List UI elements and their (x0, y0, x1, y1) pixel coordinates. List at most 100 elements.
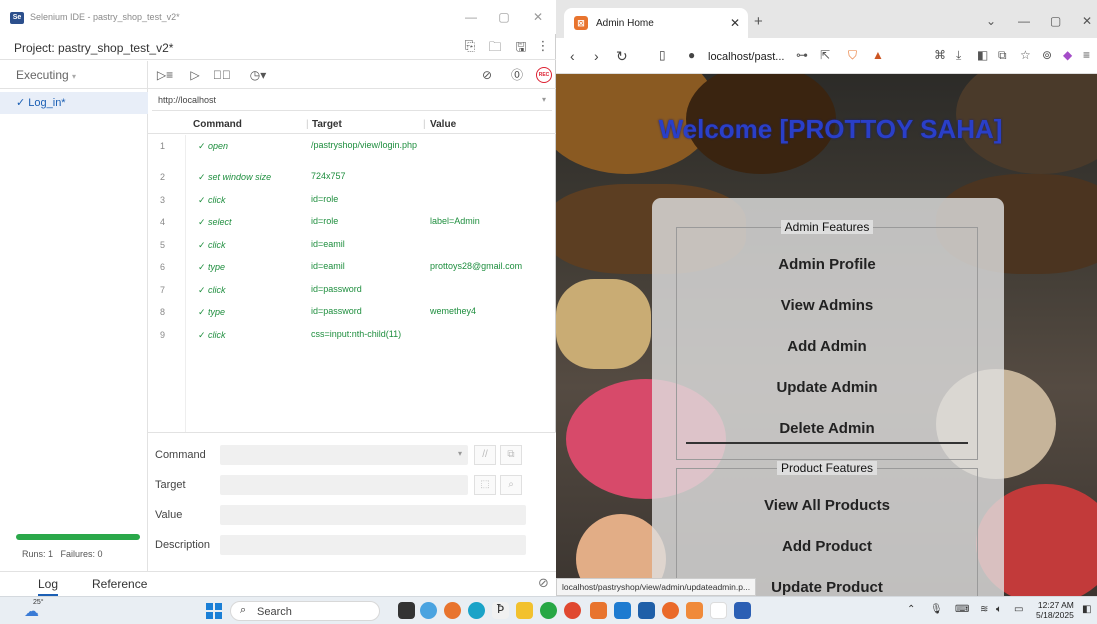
table-row[interactable]: 8 ✓ type id=password wemethey4 (148, 301, 556, 324)
value-input[interactable] (220, 505, 526, 525)
table-row[interactable]: 3 ✓ click id=role (148, 189, 556, 212)
new-project-icon[interactable]: ⎘ (460, 38, 480, 56)
clear-log-icon[interactable]: ⊘ (538, 575, 549, 591)
step-over-icon[interactable]: ⋮⃞ (213, 66, 231, 84)
store-icon[interactable] (638, 602, 655, 619)
command-editor: Command ▾ // ⧉ Target ⬚ ⌕ Value Descript… (148, 432, 556, 571)
open-reference-icon[interactable]: ⧉ (500, 445, 522, 465)
brave-browser-icon[interactable] (662, 602, 679, 619)
chrome-icon[interactable] (710, 602, 727, 619)
xampp-icon[interactable] (590, 602, 607, 619)
tab-admin-home[interactable]: ⊠ Admin Home ✕ (564, 8, 748, 38)
table-row[interactable]: 9 ✓ click css=input:nth-child(11) (148, 324, 556, 347)
pause-on-exceptions-icon[interactable]: ⓪ (508, 66, 526, 84)
executing-dropdown[interactable]: Executing ▾ (0, 61, 148, 89)
battery-icon[interactable]: ▭ (1014, 604, 1023, 615)
welcome-heading: Welcome [PROTTOY SAHA] (658, 114, 1003, 144)
microphone-icon[interactable]: 🎙︎ (930, 604, 943, 615)
test-item-log-in[interactable]: ✓ Log_in* (0, 92, 148, 114)
maximize-icon[interactable]: ▢ (1050, 14, 1061, 28)
bookmark-icon[interactable]: ▯ (659, 48, 666, 62)
close-tab-icon[interactable]: ✕ (730, 16, 740, 30)
view-all-products-button[interactable]: View All Products (677, 497, 977, 514)
minimize-icon[interactable]: — (461, 10, 481, 24)
file-explorer-icon[interactable] (516, 602, 533, 619)
tab-reference[interactable]: Reference (92, 577, 147, 591)
run-all-tests-icon[interactable]: ▷≡ (156, 66, 174, 84)
add-product-button[interactable]: Add Product (677, 538, 977, 555)
notification-icon[interactable]: ◧ (1082, 604, 1091, 615)
update-admin-button[interactable]: Update Admin (677, 379, 977, 396)
tab-log[interactable]: Log (38, 577, 59, 596)
view-admins-button[interactable]: View Admins (677, 297, 977, 314)
disable-breakpoints-icon[interactable]: ⊘ (478, 66, 496, 84)
base-url-field[interactable]: http://localhost ▾ (152, 91, 552, 111)
chevron-down-icon[interactable]: ▾ (542, 95, 546, 104)
leo-ai-icon[interactable]: ◆ (1063, 48, 1072, 62)
vscode-icon[interactable] (614, 602, 631, 619)
downloads-icon[interactable]: ⤓ (956, 48, 961, 63)
project-name[interactable]: Project: pastry_shop_test_v2* (14, 41, 173, 55)
windows-start-icon[interactable] (206, 603, 222, 619)
table-row[interactable]: 2 ✓ set window size 724x757 (148, 166, 556, 189)
more-options-icon[interactable]: ⋮ (533, 38, 553, 56)
table-row[interactable]: 4 ✓ select id=role label=Admin (148, 211, 556, 234)
brave-rewards-icon[interactable]: ▲ (872, 48, 884, 62)
tab-search-icon[interactable]: ⧉ (998, 48, 1007, 63)
delete-admin-button[interactable]: Delete Admin (677, 420, 977, 437)
wifi-icon[interactable]: ≋ (980, 604, 988, 615)
new-tab-icon[interactable]: + (754, 13, 763, 30)
open-project-icon[interactable]: 🗀 (485, 38, 505, 56)
back-icon[interactable]: ‹ (570, 48, 575, 64)
edge-icon[interactable] (468, 602, 485, 619)
show-hidden-icons-icon[interactable]: ⌃ (907, 604, 915, 615)
volume-icon[interactable]: 🔈︎ (996, 604, 1002, 615)
brave-shield-icon[interactable]: ⛉ (848, 48, 857, 63)
brave-icon[interactable] (564, 602, 581, 619)
reload-icon[interactable]: ↻ (616, 48, 628, 65)
save-project-icon[interactable]: 🖫 (511, 38, 531, 56)
row-command: ✓ set window size (198, 172, 272, 182)
add-admin-button[interactable]: Add Admin (677, 338, 977, 355)
column-target: Target (312, 119, 342, 130)
close-icon[interactable]: ✕ (528, 10, 548, 24)
table-row[interactable]: 7 ✓ click id=password (148, 279, 556, 302)
whatsapp-icon[interactable] (540, 602, 557, 619)
table-row[interactable]: 5 ✓ click id=eamil (148, 234, 556, 257)
extensions-icon[interactable]: ⌘ (934, 48, 946, 62)
close-icon[interactable]: ✕ (1082, 14, 1092, 28)
run-current-test-icon[interactable]: ▷ (186, 66, 204, 84)
select-target-icon[interactable]: ⬚ (474, 475, 496, 495)
keyboard-icon[interactable]: ⌨ (955, 604, 969, 615)
vpn-icon[interactable]: ⊚ (1042, 48, 1052, 62)
site-info-icon[interactable]: ● (688, 48, 695, 62)
firefox-icon[interactable] (444, 602, 461, 619)
find-target-icon[interactable]: ⌕ (500, 475, 522, 495)
description-input[interactable] (220, 535, 526, 555)
sidebar-icon[interactable]: ◧ (977, 48, 988, 62)
system-clock[interactable]: 12:27 AM 5/18/2025 (1036, 600, 1074, 620)
table-row[interactable]: 1 ✓ open /pastryshop/view/login.php (148, 135, 556, 166)
admin-profile-button[interactable]: Admin Profile (677, 256, 977, 273)
key-icon[interactable]: ⊶ (796, 48, 808, 62)
command-input[interactable]: ▾ (220, 445, 468, 465)
forward-icon[interactable]: › (594, 48, 599, 64)
menu-icon[interactable]: ≡ (1083, 48, 1090, 62)
table-row[interactable]: 6 ✓ type id=eamil prottoys28@gmail.com (148, 256, 556, 279)
taskbar-search[interactable]: ⌕ Search (230, 601, 380, 621)
app-icon[interactable]: Ꝥ (492, 602, 509, 619)
task-view-icon[interactable] (398, 602, 415, 619)
target-input[interactable] (220, 475, 468, 495)
tab-list-chevron-icon[interactable]: ⌄ (986, 14, 996, 28)
comment-toggle-icon[interactable]: // (474, 445, 496, 465)
record-icon[interactable]: REC (536, 67, 552, 83)
copilot-icon[interactable] (420, 602, 437, 619)
speed-icon[interactable]: ◷▾ (244, 66, 272, 84)
address-bar[interactable]: localhost/past... (708, 51, 784, 63)
maximize-icon[interactable]: ▢ (494, 10, 514, 24)
favorites-icon[interactable]: ☆ (1020, 48, 1031, 62)
share-icon[interactable]: ⇱ (820, 48, 830, 62)
minimize-icon[interactable]: — (1018, 14, 1030, 28)
word-icon[interactable] (734, 602, 751, 619)
postman-icon[interactable] (686, 602, 703, 619)
